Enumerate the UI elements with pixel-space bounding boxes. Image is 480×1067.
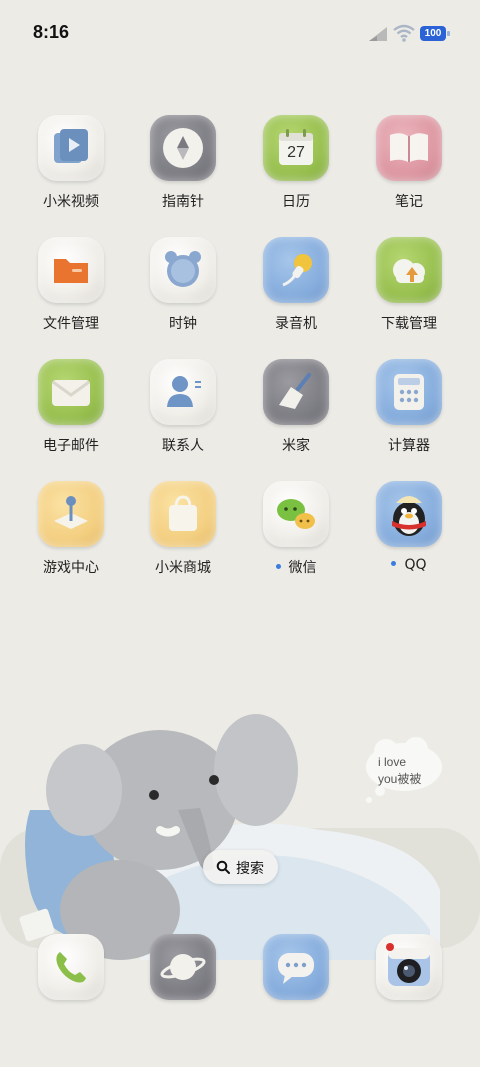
battery-level: 100 <box>424 28 442 39</box>
search-button[interactable]: 搜索 <box>203 850 278 884</box>
app-label: 小米商城 <box>155 560 211 576</box>
app-mijia[interactable]: 米家 <box>246 359 346 459</box>
wifi-icon <box>393 24 415 42</box>
shopping-bag-icon <box>150 481 216 547</box>
battery-icon: 100 <box>420 26 446 41</box>
browser-planet-icon <box>160 954 206 980</box>
app-label: 电子邮件 <box>43 438 99 454</box>
app-label: 日历 <box>282 194 310 210</box>
camera-icon <box>386 943 430 986</box>
status-time: 8:16 <box>33 22 70 42</box>
app-calculator[interactable]: 计算器 <box>359 359 459 459</box>
app-label: 录音机 <box>275 316 317 332</box>
app-xiaomi-video[interactable]: 小米视频 <box>21 115 121 215</box>
search-icon <box>216 860 230 874</box>
contact-person-icon <box>150 359 216 425</box>
dock-browser[interactable] <box>150 934 216 1000</box>
app-compass[interactable]: 指南针 <box>133 115 233 215</box>
app-wechat[interactable]: 微信 <box>246 481 346 581</box>
app-qq[interactable]: QQ <box>359 481 459 581</box>
app-label: 联系人 <box>162 438 204 454</box>
app-mi-store[interactable]: 小米商城 <box>133 481 233 581</box>
compass-icon <box>150 115 216 181</box>
thought-bubble-text: i love you被被 <box>378 754 448 788</box>
app-notes[interactable]: 笔记 <box>359 115 459 215</box>
app-label: 小米视频 <box>43 194 99 210</box>
envelope-icon <box>38 359 104 425</box>
battery-cap <box>447 31 450 36</box>
alarm-clock-icon <box>150 237 216 303</box>
download-cloud-icon <box>376 237 442 303</box>
new-notification-dot <box>275 563 281 569</box>
calendar-date: 27 <box>287 144 305 161</box>
app-label: QQ <box>359 557 459 573</box>
folder-icon <box>38 237 104 303</box>
app-label: 下载管理 <box>381 316 437 332</box>
app-label: 游戏中心 <box>43 560 99 576</box>
app-file-manager[interactable]: 文件管理 <box>21 237 121 337</box>
app-game-center[interactable]: 游戏中心 <box>21 481 121 581</box>
notes-book-icon <box>376 115 442 181</box>
video-icon <box>38 115 104 181</box>
calendar-icon: 27 <box>263 115 329 181</box>
messages-icon <box>278 953 314 984</box>
app-recorder[interactable]: 录音机 <box>246 237 346 337</box>
thought-line-1: i love <box>378 755 407 769</box>
app-contacts[interactable]: 联系人 <box>133 359 233 459</box>
app-clock[interactable]: 时钟 <box>133 237 233 337</box>
dock-camera[interactable] <box>376 934 442 1000</box>
new-notification-dot <box>391 560 397 566</box>
calculator-icon <box>376 359 442 425</box>
phone-icon <box>56 952 86 983</box>
dock-phone[interactable] <box>38 934 104 1000</box>
thought-line-2: you被被 <box>378 772 422 786</box>
app-label-text: QQ <box>404 557 427 573</box>
broom-icon <box>263 359 329 425</box>
app-label-text: 微信 <box>288 560 317 576</box>
app-label: 时钟 <box>169 316 197 332</box>
wechat-icon <box>263 481 329 547</box>
app-download-manager[interactable]: 下载管理 <box>359 237 459 337</box>
app-label: 米家 <box>282 438 310 454</box>
app-label: 笔记 <box>395 194 423 210</box>
app-label: 微信 <box>246 557 346 577</box>
microphone-icon <box>263 237 329 303</box>
joystick-icon <box>38 481 104 547</box>
app-email[interactable]: 电子邮件 <box>21 359 121 459</box>
app-label: 文件管理 <box>43 316 99 332</box>
search-label: 搜索 <box>236 861 264 877</box>
dock-messages[interactable] <box>263 934 329 1000</box>
app-calendar[interactable]: 27 日历 <box>246 115 346 215</box>
qq-penguin-icon <box>376 481 442 547</box>
app-label: 计算器 <box>388 438 430 454</box>
status-bar: 8:16 100 <box>0 0 480 66</box>
app-label: 指南针 <box>162 194 204 210</box>
cellular-signal-icon <box>369 27 387 41</box>
